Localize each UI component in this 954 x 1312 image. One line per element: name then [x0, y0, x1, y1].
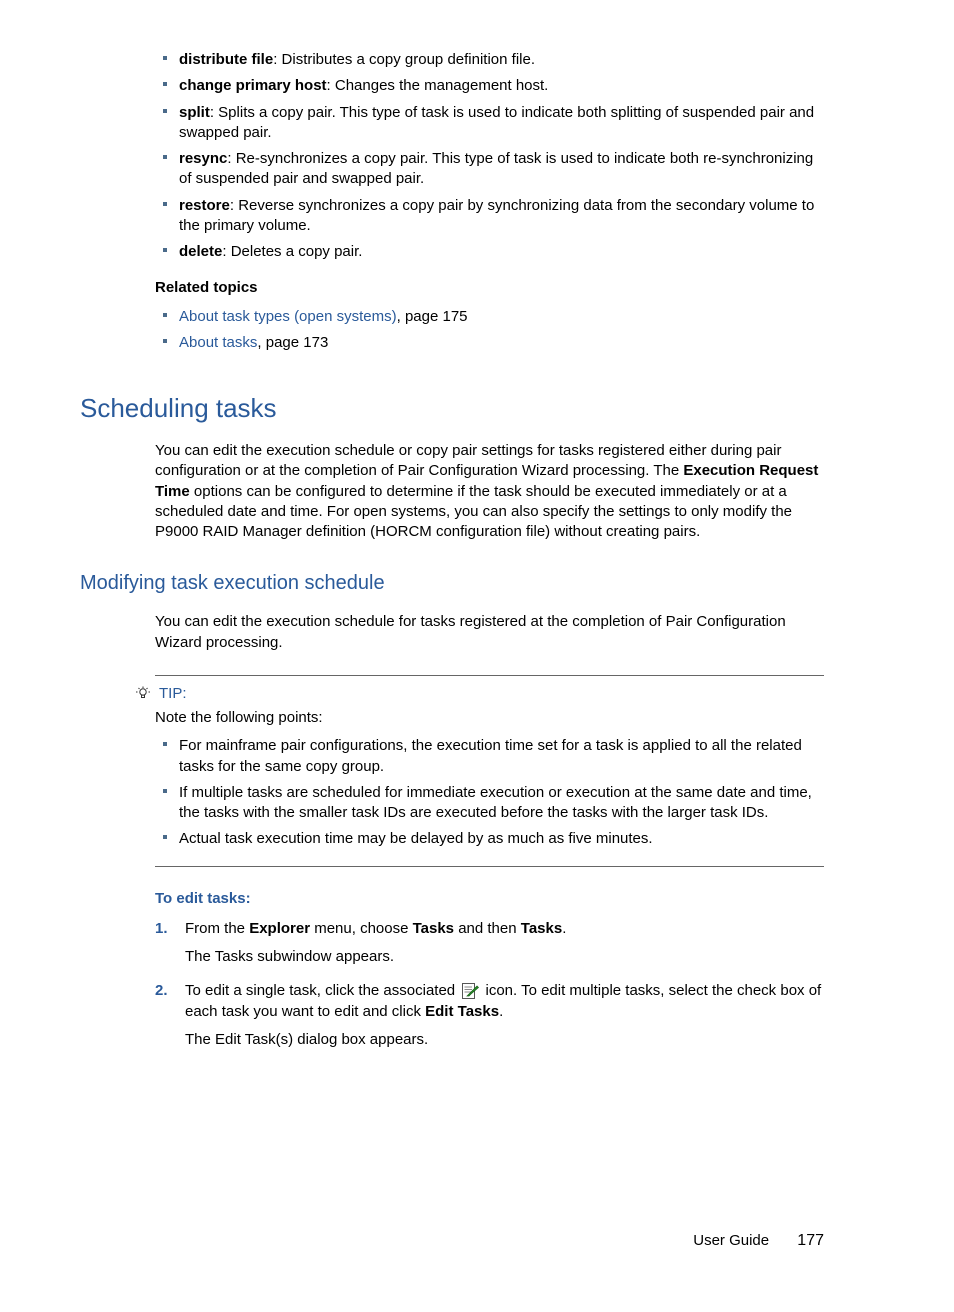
bullet-item: change primary host: Changes the managem… [155, 76, 824, 96]
step-2: To edit a single task, click the associa… [155, 981, 824, 1050]
related-link[interactable]: About tasks [179, 334, 257, 351]
section-paragraph: You can edit the execution schedule or c… [155, 441, 824, 542]
tip-rule-bottom [155, 866, 824, 867]
bullet-term: distribute file [179, 51, 273, 68]
tip-list: For mainframe pair configurations, the e… [155, 736, 824, 849]
related-topics-heading: Related topics [155, 278, 824, 298]
step1-bold-explorer: Explorer [249, 920, 310, 937]
tip-block: TIP: Note the following points: For main… [155, 675, 824, 867]
tip-item: If multiple tasks are scheduled for imme… [155, 783, 824, 824]
step2-bold-edit-tasks: Edit Tasks [425, 1003, 499, 1020]
related-item: About tasks, page 173 [155, 333, 824, 353]
bullet-item: split: Splits a copy pair. This type of … [155, 103, 824, 144]
steps-list: From the Explorer menu, choose Tasks and… [155, 919, 824, 1050]
bullet-term: change primary host [179, 77, 327, 94]
tip-item: Actual task execution time may be delaye… [155, 829, 824, 849]
bullet-desc: : Re-synchronizes a copy pair. This type… [179, 150, 813, 187]
related-topics-list: About task types (open systems), page 17… [155, 307, 824, 354]
section-text-b: options can be configured to determine i… [155, 483, 792, 541]
step1-text-c: menu, choose [310, 920, 413, 937]
subsection-title: Modifying task execution schedule [80, 570, 824, 597]
bullet-item: restore: Reverse synchronizes a copy pai… [155, 196, 824, 237]
tip-item: For mainframe pair configurations, the e… [155, 736, 824, 777]
bullet-term: restore [179, 197, 230, 214]
step-1: From the Explorer menu, choose Tasks and… [155, 919, 824, 968]
related-rest: , page 173 [257, 334, 328, 351]
step1-text-a: From the [185, 920, 249, 937]
bullet-item: resync: Re-synchronizes a copy pair. Thi… [155, 149, 824, 190]
tip-rule-top [155, 675, 824, 676]
bullet-term: delete [179, 243, 222, 260]
bullet-item: delete: Deletes a copy pair. [155, 242, 824, 262]
related-rest: , page 175 [397, 308, 468, 325]
step1-bold-tasks2: Tasks [521, 920, 562, 937]
subsection-paragraph: You can edit the execution schedule for … [155, 612, 824, 653]
bullet-desc: : Reverse synchronizes a copy pair by sy… [179, 197, 814, 234]
bullet-desc: : Distributes a copy group definition fi… [273, 51, 535, 68]
page-footer: User Guide 177 [130, 1230, 824, 1252]
bullet-term: resync [179, 150, 227, 167]
related-item: About task types (open systems), page 17… [155, 307, 824, 327]
step1-bold-tasks1: Tasks [413, 920, 454, 937]
steps-heading: To edit tasks: [155, 889, 824, 909]
bullet-item: distribute file: Distributes a copy grou… [155, 50, 824, 70]
step2-text-c: . [499, 1003, 503, 1020]
top-bullet-list: distribute file: Distributes a copy grou… [155, 50, 824, 353]
edit-task-icon [461, 982, 479, 1000]
step2-sub: The Edit Task(s) dialog box appears. [185, 1030, 824, 1050]
step2-text-a: To edit a single task, click the associa… [185, 982, 459, 999]
related-link[interactable]: About task types (open systems) [179, 308, 397, 325]
lightbulb-icon [135, 686, 151, 702]
bullet-desc: : Deletes a copy pair. [222, 243, 362, 260]
step1-sub: The Tasks subwindow appears. [185, 947, 824, 967]
bullet-term: split [179, 104, 210, 121]
tip-label: TIP: [159, 684, 187, 704]
tip-intro: Note the following points: [155, 708, 824, 728]
step1-text-d: and then [454, 920, 521, 937]
section-title: Scheduling tasks [80, 391, 824, 426]
step1-text-e: . [562, 920, 566, 937]
bullet-desc: : Changes the management host. [327, 77, 549, 94]
bullet-desc: : Splits a copy pair. This type of task … [179, 104, 814, 141]
